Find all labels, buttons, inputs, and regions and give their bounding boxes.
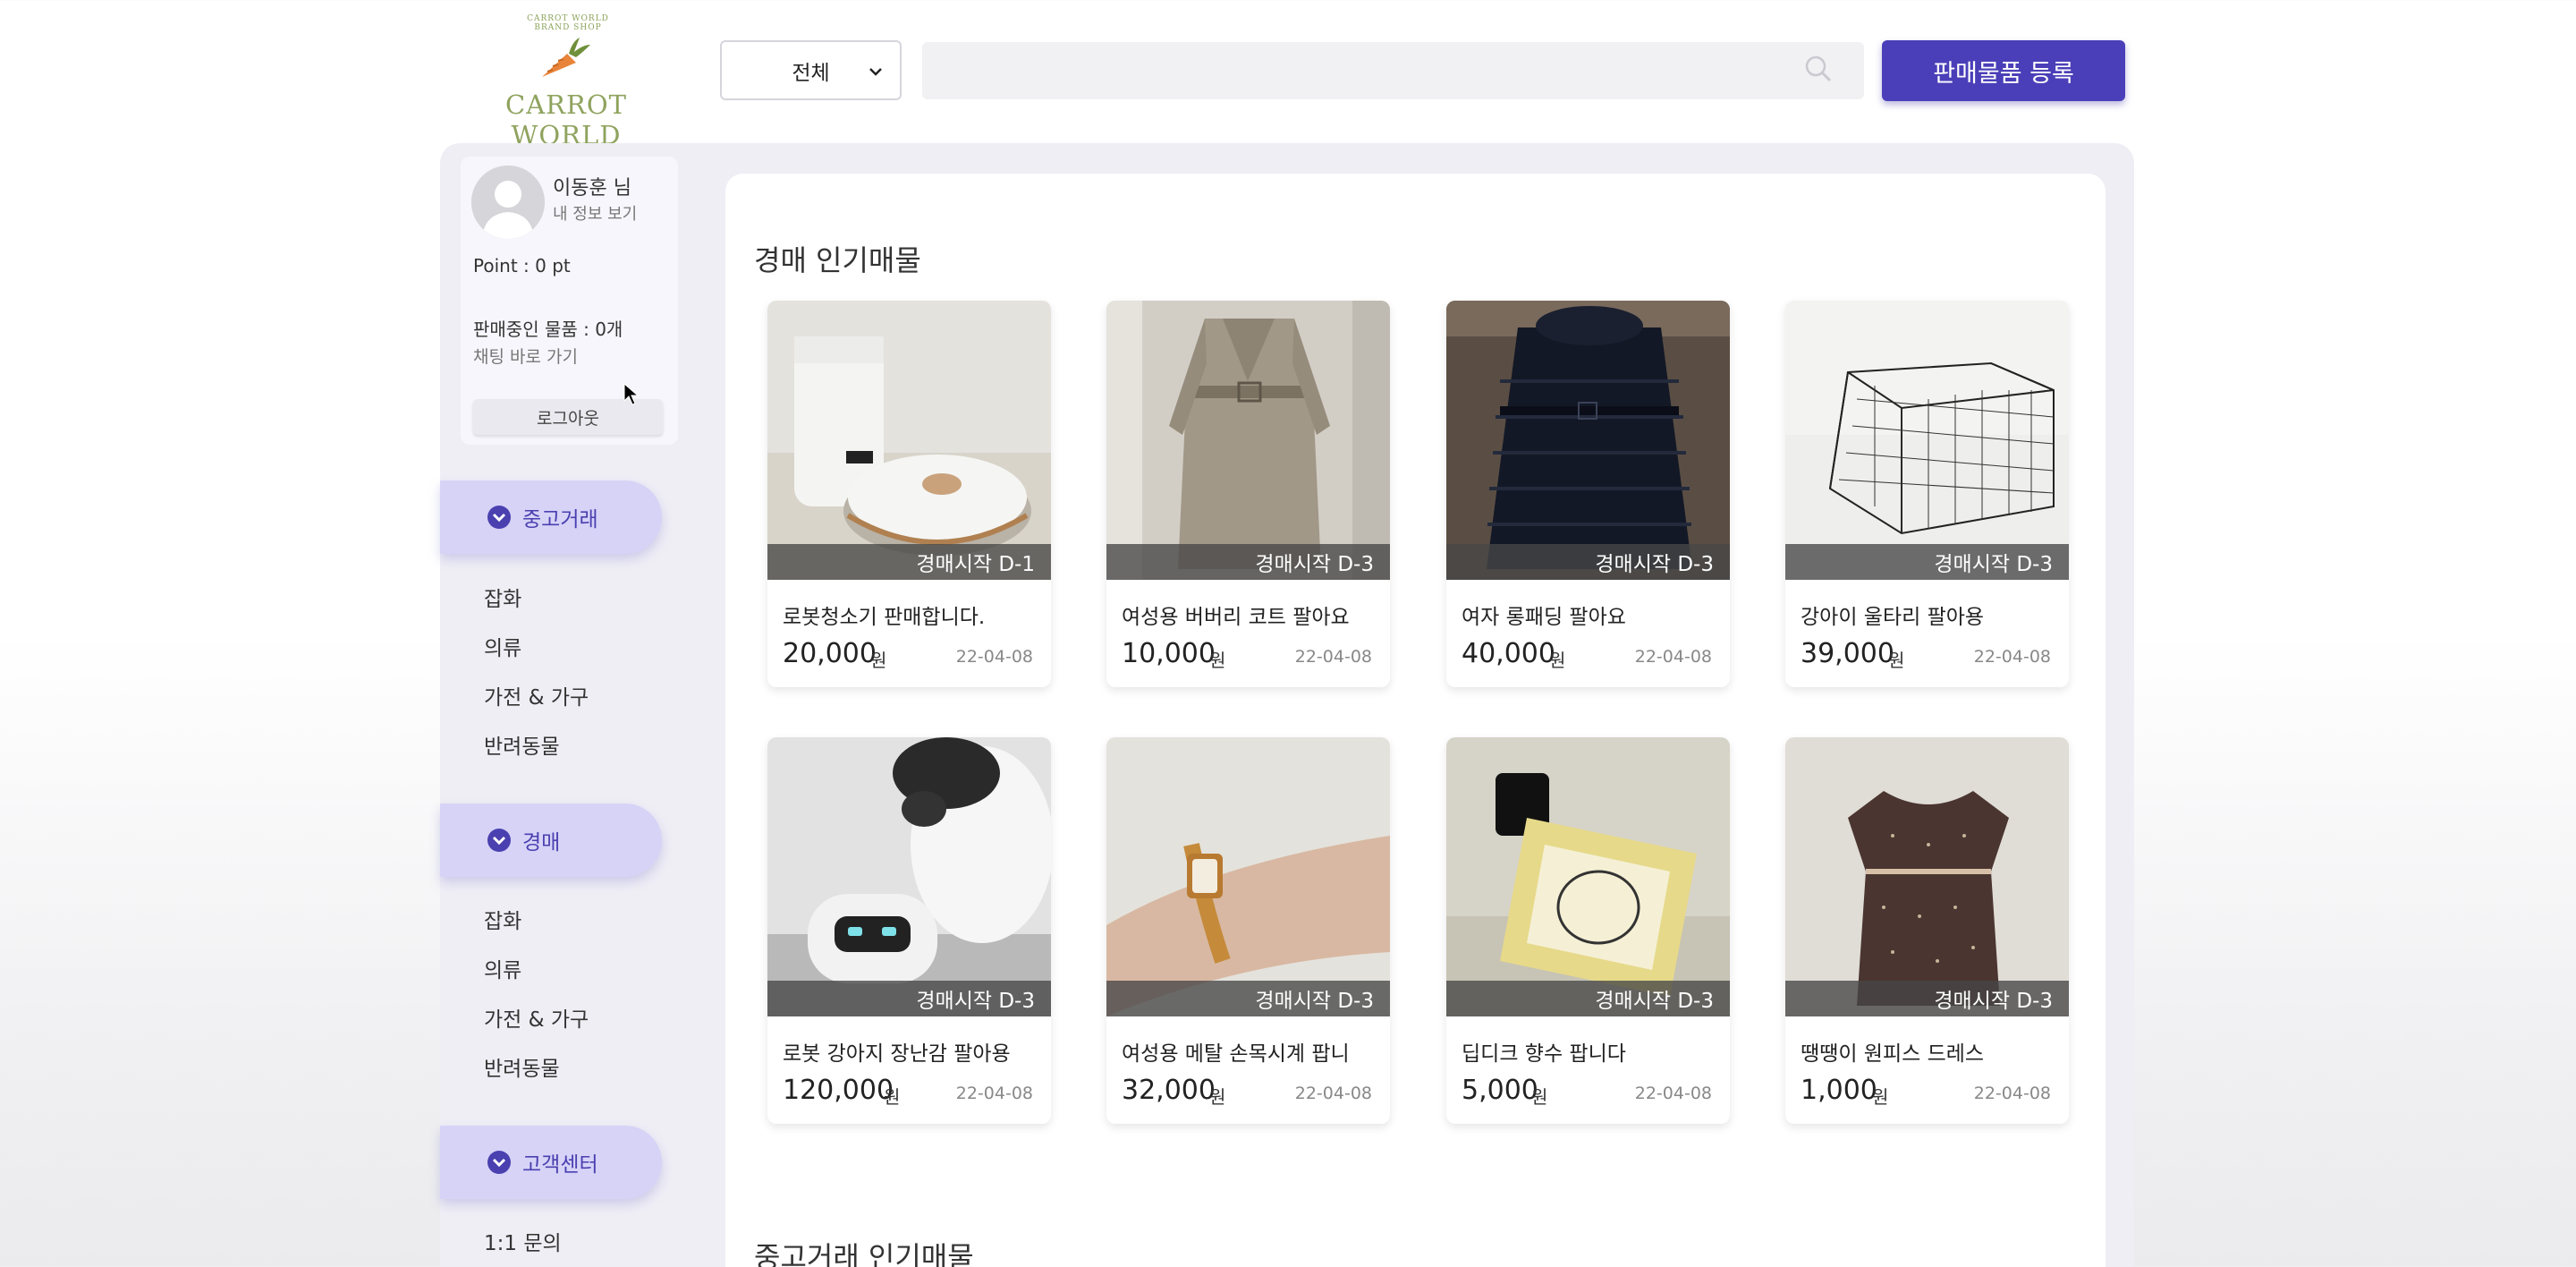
category-selected-value: 전체 [792,61,830,85]
used-item-pets[interactable]: 반려동물 [484,729,560,760]
auction-badge: 경매시작 D-3 [1446,544,1730,580]
product-title: 로봇청소기 판매합니다. [783,606,986,629]
product-title: 로봇 강아지 장난감 팔아용 [783,1042,1011,1066]
product-date: 22-04-08 [1634,1084,1712,1103]
support-item-inquiry[interactable]: 1:1 문의 [484,1226,562,1256]
auction-badge: 경매시작 D-3 [1785,981,2069,1016]
my-info-link[interactable]: 내 정보 보기 [553,201,637,225]
search-box [922,42,1864,99]
padded-coat-image [1446,301,1730,580]
robot-vacuum-image [767,301,1051,580]
product-card[interactable]: 경매시작 D-3 땡땡이 원피스 드레스 1,000 원 22-04-08 [1785,737,2069,1124]
product-price: 39,000 [1801,638,1894,669]
user-name: 이동훈 님 [553,177,631,200]
chat-link[interactable]: 채팅 바로 가기 [473,344,578,368]
chevron-down-circle-icon [487,1151,511,1174]
product-title: 여자 롱패딩 팔아요 [1462,606,1626,629]
product-title: 딥디크 향수 팝니다 [1462,1042,1626,1066]
avatar [471,166,545,239]
used-item-appliance[interactable]: 가전 & 가구 [484,680,589,710]
section-title-auction-popular: 경매 인기매물 [754,243,921,277]
product-date: 22-04-08 [1973,1084,2051,1103]
trench-coat-image [1106,301,1390,580]
price-unit: 원 [1549,650,1566,671]
product-card[interactable]: 경매시작 D-3 로봇 강아지 장난감 팔아용 120,000 원 22-04-… [767,737,1051,1124]
price-unit: 원 [870,650,887,671]
auction-badge: 경매시작 D-1 [767,544,1051,580]
menu-auction[interactable]: 경매 [440,804,662,877]
product-date: 22-04-08 [955,647,1033,667]
product-title: 여성용 메탈 손목시계 팝니 [1122,1042,1350,1066]
price-unit: 원 [1531,1086,1548,1108]
used-item-clothing[interactable]: 의류 [484,631,521,661]
carrot-icon [542,38,590,77]
logo-text: CARROT WORLD [505,89,627,150]
point-text: Point : 0 pt [473,255,571,276]
menu-customer-center-label: 고객센터 [522,1153,598,1177]
product-date: 22-04-08 [1634,647,1712,667]
product-price: 32,000 [1122,1075,1216,1106]
user-avatar-icon [471,166,545,239]
product-title: 땡땡이 원피스 드레스 [1801,1042,1985,1066]
dress-image [1785,737,2069,1016]
product-date: 22-04-08 [1294,647,1372,667]
product-card[interactable]: 경매시작 D-3 강아이 울타리 팔아용 39,000 원 22-04-08 [1785,301,2069,687]
product-card[interactable]: 경매시작 D-3 딥디크 향수 팝니다 5,000 원 22-04-08 [1446,737,1730,1124]
chevron-down-icon [869,68,882,76]
product-date: 22-04-08 [1294,1084,1372,1103]
menu-used-trade[interactable]: 중고거래 [440,480,662,554]
auction-badge: 경매시작 D-3 [1446,981,1730,1016]
auction-item-goods[interactable]: 잡화 [484,904,521,934]
product-price: 120,000 [783,1075,894,1106]
carrot-world-logo[interactable]: CARROT WORLD BRAND SHOP CARROT WORLD [465,13,667,150]
auction-badge: 경매시작 D-3 [1785,544,2069,580]
category-select[interactable]: 전체 [720,40,902,100]
selling-count: 판매중인 물품 : 0개 [473,319,623,340]
chevron-down-circle-icon [487,506,511,529]
product-title: 강아이 울타리 팔아용 [1801,606,1985,629]
auction-badge: 경매시작 D-3 [1106,544,1390,580]
product-price: 5,000 [1462,1075,1538,1106]
header: CARROT WORLD BRAND SHOP CARROT WORLD 전체 … [0,0,2576,150]
chevron-down-circle-icon [487,829,511,852]
menu-customer-center[interactable]: 고객센터 [440,1126,662,1199]
menu-auction-label: 경매 [522,831,561,855]
product-price: 10,000 [1122,638,1216,669]
product-card[interactable]: 경매시작 D-3 여성용 버버리 코트 팔아요 10,000 원 22-04-0… [1106,301,1390,687]
price-unit: 원 [1209,650,1226,671]
product-price: 1,000 [1801,1075,1877,1106]
product-price: 20,000 [783,638,877,669]
price-unit: 원 [1872,1086,1889,1108]
product-card[interactable]: 경매시작 D-3 여자 롱패딩 팔아요 40,000 원 22-04-08 [1446,301,1730,687]
price-unit: 원 [1209,1086,1226,1108]
product-title: 여성용 버버리 코트 팔아요 [1122,606,1350,629]
product-date: 22-04-08 [955,1084,1033,1103]
perfume-image [1446,737,1730,1016]
product-date: 22-04-08 [1973,647,2051,667]
auction-item-pets[interactable]: 반려동물 [484,1051,560,1082]
product-card[interactable]: 경매시작 D-3 여성용 메탈 손목시계 팝니 32,000 원 22-04-0… [1106,737,1390,1124]
register-product-button[interactable]: 판매물품 등록 [1882,40,2125,101]
auction-item-appliance[interactable]: 가전 & 가구 [484,1002,589,1033]
used-item-goods[interactable]: 잡화 [484,582,521,612]
section-title-used-popular: 중고거래 인기매물 [754,1240,974,1267]
auction-badge: 경매시작 D-3 [1106,981,1390,1016]
menu-used-trade-label: 중고거래 [522,508,598,531]
auction-item-clothing[interactable]: 의류 [484,953,521,983]
pet-fence-image [1785,301,2069,580]
search-icon[interactable] [1802,53,1835,85]
robot-toy-image [767,737,1051,1016]
search-input[interactable] [940,53,1799,89]
price-unit: 원 [1888,650,1905,671]
wrist-watch-image [1106,737,1390,1016]
logo-arc-text: CARROT WORLD BRAND SHOP [527,14,609,32]
mouse-cursor-icon [623,383,640,405]
price-unit: 원 [884,1086,901,1108]
product-card[interactable]: 경매시작 D-1 로봇청소기 판매합니다. 20,000 원 22-04-08 [767,301,1051,687]
product-price: 40,000 [1462,638,1555,669]
auction-badge: 경매시작 D-3 [767,981,1051,1016]
